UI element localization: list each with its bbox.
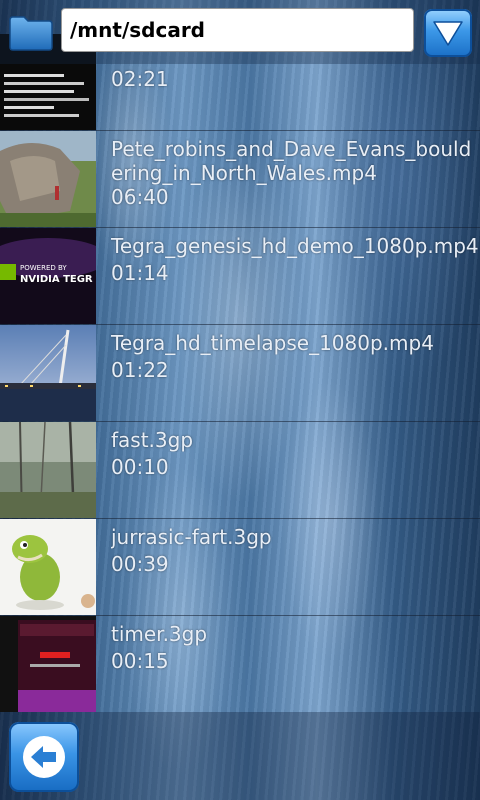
svg-text:POWERED BY: POWERED BY — [20, 264, 67, 272]
list-item[interactable]: jurrasic-fart.3gp 00:39 — [0, 519, 480, 616]
dropdown-button[interactable] — [424, 9, 472, 57]
file-name: Tegra_hd_timelapse_1080p.mp4 — [111, 331, 434, 355]
list-item[interactable]: Tegra_hd_timelapse_1080p.mp4 01:22 — [0, 325, 480, 422]
back-button[interactable] — [9, 722, 79, 792]
file-duration: 06:40 — [111, 185, 169, 209]
forest-thumbnail — [0, 422, 96, 518]
file-name: jurrasic-fart.3gp — [111, 525, 272, 549]
file-duration: 02:21 — [111, 67, 169, 91]
list-item[interactable]: fast.3gp 00:10 — [0, 422, 480, 519]
file-duration: 00:15 — [111, 649, 169, 673]
file-duration: 01:14 — [111, 261, 169, 285]
nvidia-tegra-logo-text: NVIDIA TEGR — [20, 274, 93, 285]
screen-thumbnail — [0, 616, 96, 712]
back-arrow-icon — [23, 736, 65, 778]
folder-icon[interactable] — [8, 12, 54, 52]
list-item[interactable]: Pete_robins_and_Dave_Evans_bouldering_in… — [0, 131, 480, 228]
boulder-thumbnail — [0, 131, 96, 227]
file-list[interactable]: 02:21 Pete_robins_and_Dave_Evans_boulder… — [0, 34, 480, 712]
file-duration: 00:10 — [111, 455, 169, 479]
file-name: timer.3gp — [111, 622, 208, 646]
path-input[interactable] — [61, 8, 414, 52]
dinosaur-thumbnail — [0, 519, 96, 615]
path-bar — [0, 0, 480, 64]
file-duration: 00:39 — [111, 552, 169, 576]
bridge-timelapse-thumbnail — [0, 325, 96, 421]
file-duration: 01:22 — [111, 358, 169, 382]
nvidia-tegra-thumbnail: POWERED BY NVIDIA TEGR — [0, 228, 96, 324]
bottom-bar — [0, 712, 480, 800]
list-item[interactable]: POWERED BY NVIDIA TEGR Tegra_genesis_hd_… — [0, 228, 480, 325]
file-name: Tegra_genesis_hd_demo_1080p.mp4 — [111, 234, 479, 258]
list-item[interactable]: timer.3gp 00:15 — [0, 616, 480, 712]
file-name: Pete_robins_and_Dave_Evans_bouldering_in… — [111, 137, 472, 185]
triangle-down-icon — [433, 21, 463, 46]
file-name: fast.3gp — [111, 428, 194, 452]
